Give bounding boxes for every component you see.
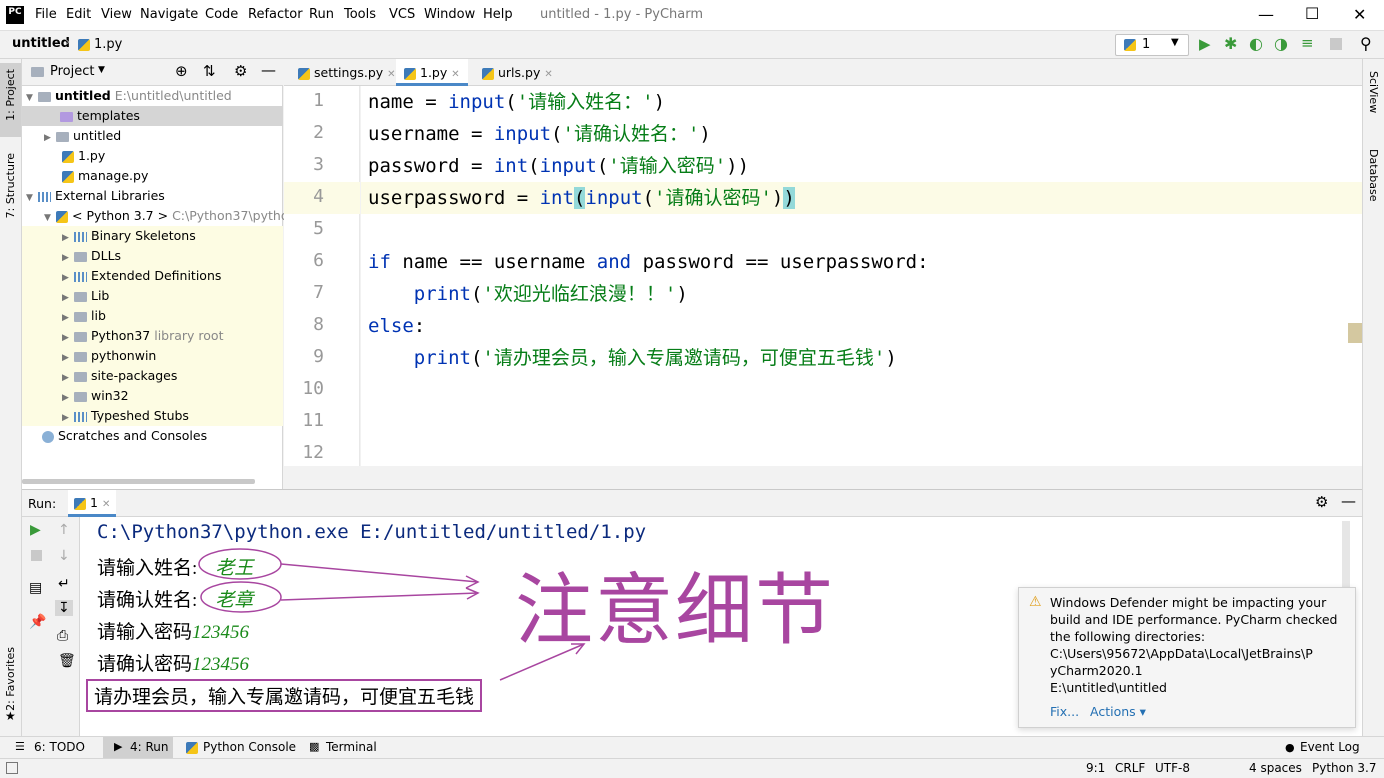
caret-position[interactable]: 9:1 bbox=[1086, 761, 1105, 775]
actions-link[interactable]: Actions ▾ bbox=[1090, 704, 1146, 719]
todo-icon: ☰ bbox=[15, 740, 25, 753]
line-separator[interactable]: CRLF bbox=[1115, 761, 1145, 775]
annotation-arrow bbox=[280, 592, 479, 601]
tab-run-label: 4: Run bbox=[130, 740, 169, 754]
indent-setting[interactable]: 4 spaces bbox=[1249, 761, 1302, 775]
warning-icon: ⚠ bbox=[1029, 594, 1042, 610]
notification-dir: C:\Users\95672\AppData\Local\JetBrains\P… bbox=[1050, 646, 1313, 678]
event-log-icon: ● bbox=[1285, 741, 1295, 754]
tab-todo[interactable]: 6: TODO bbox=[34, 740, 85, 754]
interpreter[interactable]: Python 3.7 bbox=[1312, 761, 1377, 775]
terminal-icon: ▩ bbox=[309, 740, 320, 753]
notification-message: Windows Defender might be impacting your… bbox=[1050, 595, 1338, 644]
file-encoding[interactable]: UTF-8 bbox=[1155, 761, 1190, 775]
annotation-ellipse bbox=[200, 581, 282, 613]
windows-defender-notification: ⚠ Windows Defender might be impacting yo… bbox=[1018, 587, 1356, 728]
fix-link[interactable]: Fix... bbox=[1050, 704, 1079, 719]
layout-toggle-icon[interactable] bbox=[6, 762, 18, 774]
annotation-ellipse bbox=[198, 548, 282, 580]
status-bar: 9:1 CRLF UTF-8 4 spaces Python 3.7 bbox=[0, 758, 1384, 778]
annotation-arrow bbox=[280, 563, 479, 583]
run-icon: ▶ bbox=[114, 740, 123, 753]
tab-run[interactable]: ▶ 4: Run bbox=[103, 737, 173, 758]
tab-terminal[interactable]: Terminal bbox=[326, 740, 377, 754]
annotation-text: 注意细节 bbox=[515, 566, 836, 656]
tab-event-log[interactable]: Event Log bbox=[1300, 740, 1360, 754]
python-console-icon bbox=[186, 742, 198, 754]
notification-dir: E:\untitled\untitled bbox=[1050, 680, 1167, 695]
tab-python-console[interactable]: Python Console bbox=[203, 740, 296, 754]
bottom-tool-tabs: ☰ 6: TODO ▶ 4: Run Python Console ▩ Term… bbox=[0, 736, 1384, 758]
notification-text: Windows Defender might be impacting your… bbox=[1050, 594, 1350, 696]
